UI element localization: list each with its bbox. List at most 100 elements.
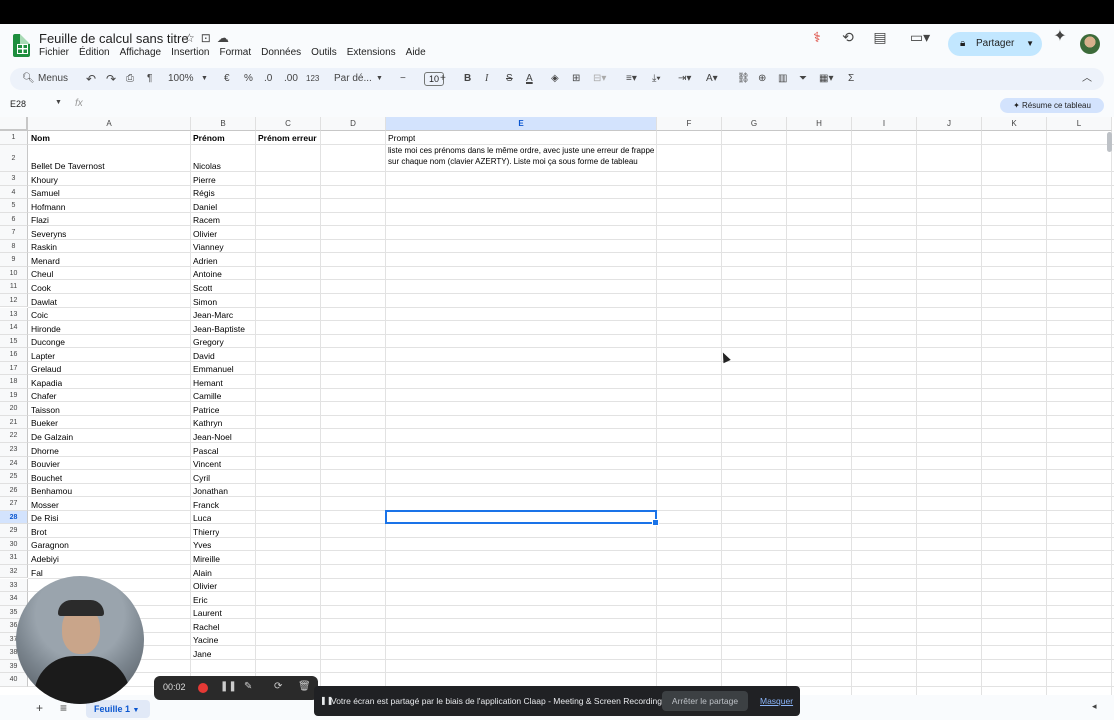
extension-icon[interactable]: ⚕ <box>807 27 827 47</box>
document-title[interactable]: Feuille de calcul sans titre <box>39 31 189 46</box>
avatar[interactable] <box>1080 34 1100 54</box>
cell-prenom[interactable]: Régis <box>193 188 215 198</box>
row-header[interactable]: 10 <box>0 266 28 281</box>
summarize-table-button[interactable]: ✦ Résume ce tableau <box>1000 98 1104 113</box>
row-header[interactable]: 29 <box>0 524 28 538</box>
cell-nom[interactable]: Dawlat <box>31 297 57 307</box>
row-header[interactable]: 4 <box>0 185 28 200</box>
pin-icon[interactable]: ✎ <box>244 681 252 692</box>
cell-prenom[interactable]: Antoine <box>193 269 222 279</box>
borders-icon[interactable]: ⊞ <box>572 68 580 90</box>
name-box[interactable]: E28 <box>10 99 26 109</box>
menu-item[interactable]: Insertion <box>171 47 214 58</box>
column-header-f[interactable]: F <box>657 117 722 131</box>
column-header-c[interactable]: C <box>256 117 321 131</box>
italic-button[interactable]: I <box>485 68 488 90</box>
select-all-corner[interactable] <box>0 117 28 131</box>
filter-icon[interactable]: ⏷ <box>799 68 807 90</box>
font-chevron-icon[interactable]: ▼ <box>376 68 383 90</box>
cell-prenom[interactable]: Kathryn <box>193 418 222 428</box>
share-button[interactable]: 🔒︎ Partager ▼ <box>948 32 1042 56</box>
functions-button[interactable]: Σ <box>848 68 854 90</box>
cell-prenom[interactable]: Franck <box>193 500 219 510</box>
cell-prenom[interactable]: Olivier <box>193 581 217 591</box>
cell-prenom[interactable]: Patrice <box>193 405 219 415</box>
cell-prenom[interactable]: Rachel <box>193 622 219 632</box>
cell-nom[interactable]: Samuel <box>31 188 60 198</box>
cell-nom[interactable]: Khoury <box>31 175 58 185</box>
increase-decimals[interactable]: .00 <box>284 68 298 90</box>
percent-format[interactable]: % <box>244 68 253 90</box>
row-header[interactable]: 32 <box>0 564 28 579</box>
sheets-logo-icon[interactable] <box>13 34 30 57</box>
cell-nom[interactable]: Bellet De Tavernost <box>31 161 105 171</box>
row-header[interactable]: 2 <box>0 145 28 172</box>
cell-prenom[interactable]: Jane <box>193 649 211 659</box>
row-header[interactable]: 6 <box>0 212 28 227</box>
cell-nom[interactable]: Bueker <box>31 418 58 428</box>
undo-icon[interactable]: ↶ <box>86 68 96 90</box>
cell-nom[interactable]: Kapadia <box>31 378 62 388</box>
menu-item[interactable]: Extensions <box>347 47 401 58</box>
bold-button[interactable]: B <box>464 68 471 90</box>
align-vertical-icon[interactable]: ⤓▾ <box>652 68 661 90</box>
number-format[interactable]: 123 <box>306 68 319 90</box>
text-color-button[interactable]: A <box>526 68 533 90</box>
cell-prenom[interactable]: Eric <box>193 595 208 605</box>
column-header-g[interactable]: G <box>722 117 787 131</box>
row-header[interactable]: 8 <box>0 239 28 254</box>
sheet-scroll-icon[interactable]: ◂ <box>1092 701 1097 712</box>
cell-prenom[interactable]: Jonathan <box>193 486 228 496</box>
row-header[interactable]: 16 <box>0 348 28 362</box>
name-box-chevron-icon[interactable]: ▼ <box>55 99 62 106</box>
record-dot-icon[interactable] <box>198 683 208 693</box>
column-header-e[interactable]: E <box>386 117 657 131</box>
row-header[interactable]: 12 <box>0 293 28 308</box>
search-icon[interactable]: 🔍︎ <box>22 68 35 90</box>
row-header[interactable]: 33 <box>0 578 28 593</box>
decrease-decimals[interactable]: .0 <box>264 68 272 90</box>
cell-prenom[interactable]: Alain <box>193 568 212 578</box>
cell-nom[interactable]: Coic <box>31 310 48 320</box>
column-header-j[interactable]: J <box>917 117 982 131</box>
menu-item[interactable]: Affichage <box>120 47 167 58</box>
cell-prenom[interactable]: Thierry <box>193 527 219 537</box>
cell-prenom[interactable]: David <box>193 351 215 361</box>
stop-sharing-button[interactable]: Arrêter le partage <box>662 691 748 711</box>
star-icon[interactable]: ☆ <box>184 31 195 45</box>
currency-format[interactable]: € <box>224 68 230 90</box>
cell-prenom[interactable]: Yacine <box>193 635 218 645</box>
selected-cell-e28[interactable] <box>385 509 659 526</box>
row-header[interactable]: 31 <box>0 551 28 565</box>
pause-icon[interactable]: ❚❚ <box>220 681 237 692</box>
cell-nom[interactable]: Hironde <box>31 324 61 334</box>
cell-nom[interactable]: De Risi <box>31 513 58 523</box>
row-header[interactable]: 11 <box>0 280 28 294</box>
text-rotation-icon[interactable]: A▾ <box>706 68 718 90</box>
cell-prenom[interactable]: Olivier <box>193 229 217 239</box>
row-header[interactable]: 30 <box>0 537 28 552</box>
collapse-toolbar-icon[interactable]: ︿ <box>1082 68 1092 90</box>
cell-prenom[interactable]: Hemant <box>193 378 223 388</box>
font-size-decrease[interactable]: − <box>400 68 406 90</box>
insert-chart-icon[interactable]: ▥ <box>778 68 787 90</box>
row-header[interactable]: 23 <box>0 443 28 457</box>
cell-nom[interactable]: Grelaud <box>31 364 61 374</box>
header-prenom[interactable]: Prénom <box>193 133 225 143</box>
cell-prenom[interactable]: Jean-Marc <box>193 310 233 320</box>
cell-prenom[interactable]: Pierre <box>193 175 216 185</box>
print-icon[interactable]: ⎙ <box>126 68 134 90</box>
cell-nom[interactable]: Benhamou <box>31 486 72 496</box>
font-size-increase[interactable]: + <box>440 68 446 90</box>
cell-prenom[interactable]: Vianney <box>193 242 224 252</box>
sheet-tab-chevron-icon[interactable]: ▼ <box>133 707 140 714</box>
cell-prenom[interactable]: Daniel <box>193 202 217 212</box>
fill-color-icon[interactable]: ◈ <box>551 68 559 90</box>
trash-icon[interactable]: 🗑︎ <box>298 681 311 692</box>
cell-nom[interactable]: Chafer <box>31 391 57 401</box>
menu-item[interactable]: Données <box>261 47 306 58</box>
cell-nom[interactable]: Cheul <box>31 269 53 279</box>
row-header[interactable]: 19 <box>0 388 28 403</box>
strikethrough-button[interactable]: S <box>506 68 513 90</box>
row-header[interactable]: 15 <box>0 334 28 349</box>
